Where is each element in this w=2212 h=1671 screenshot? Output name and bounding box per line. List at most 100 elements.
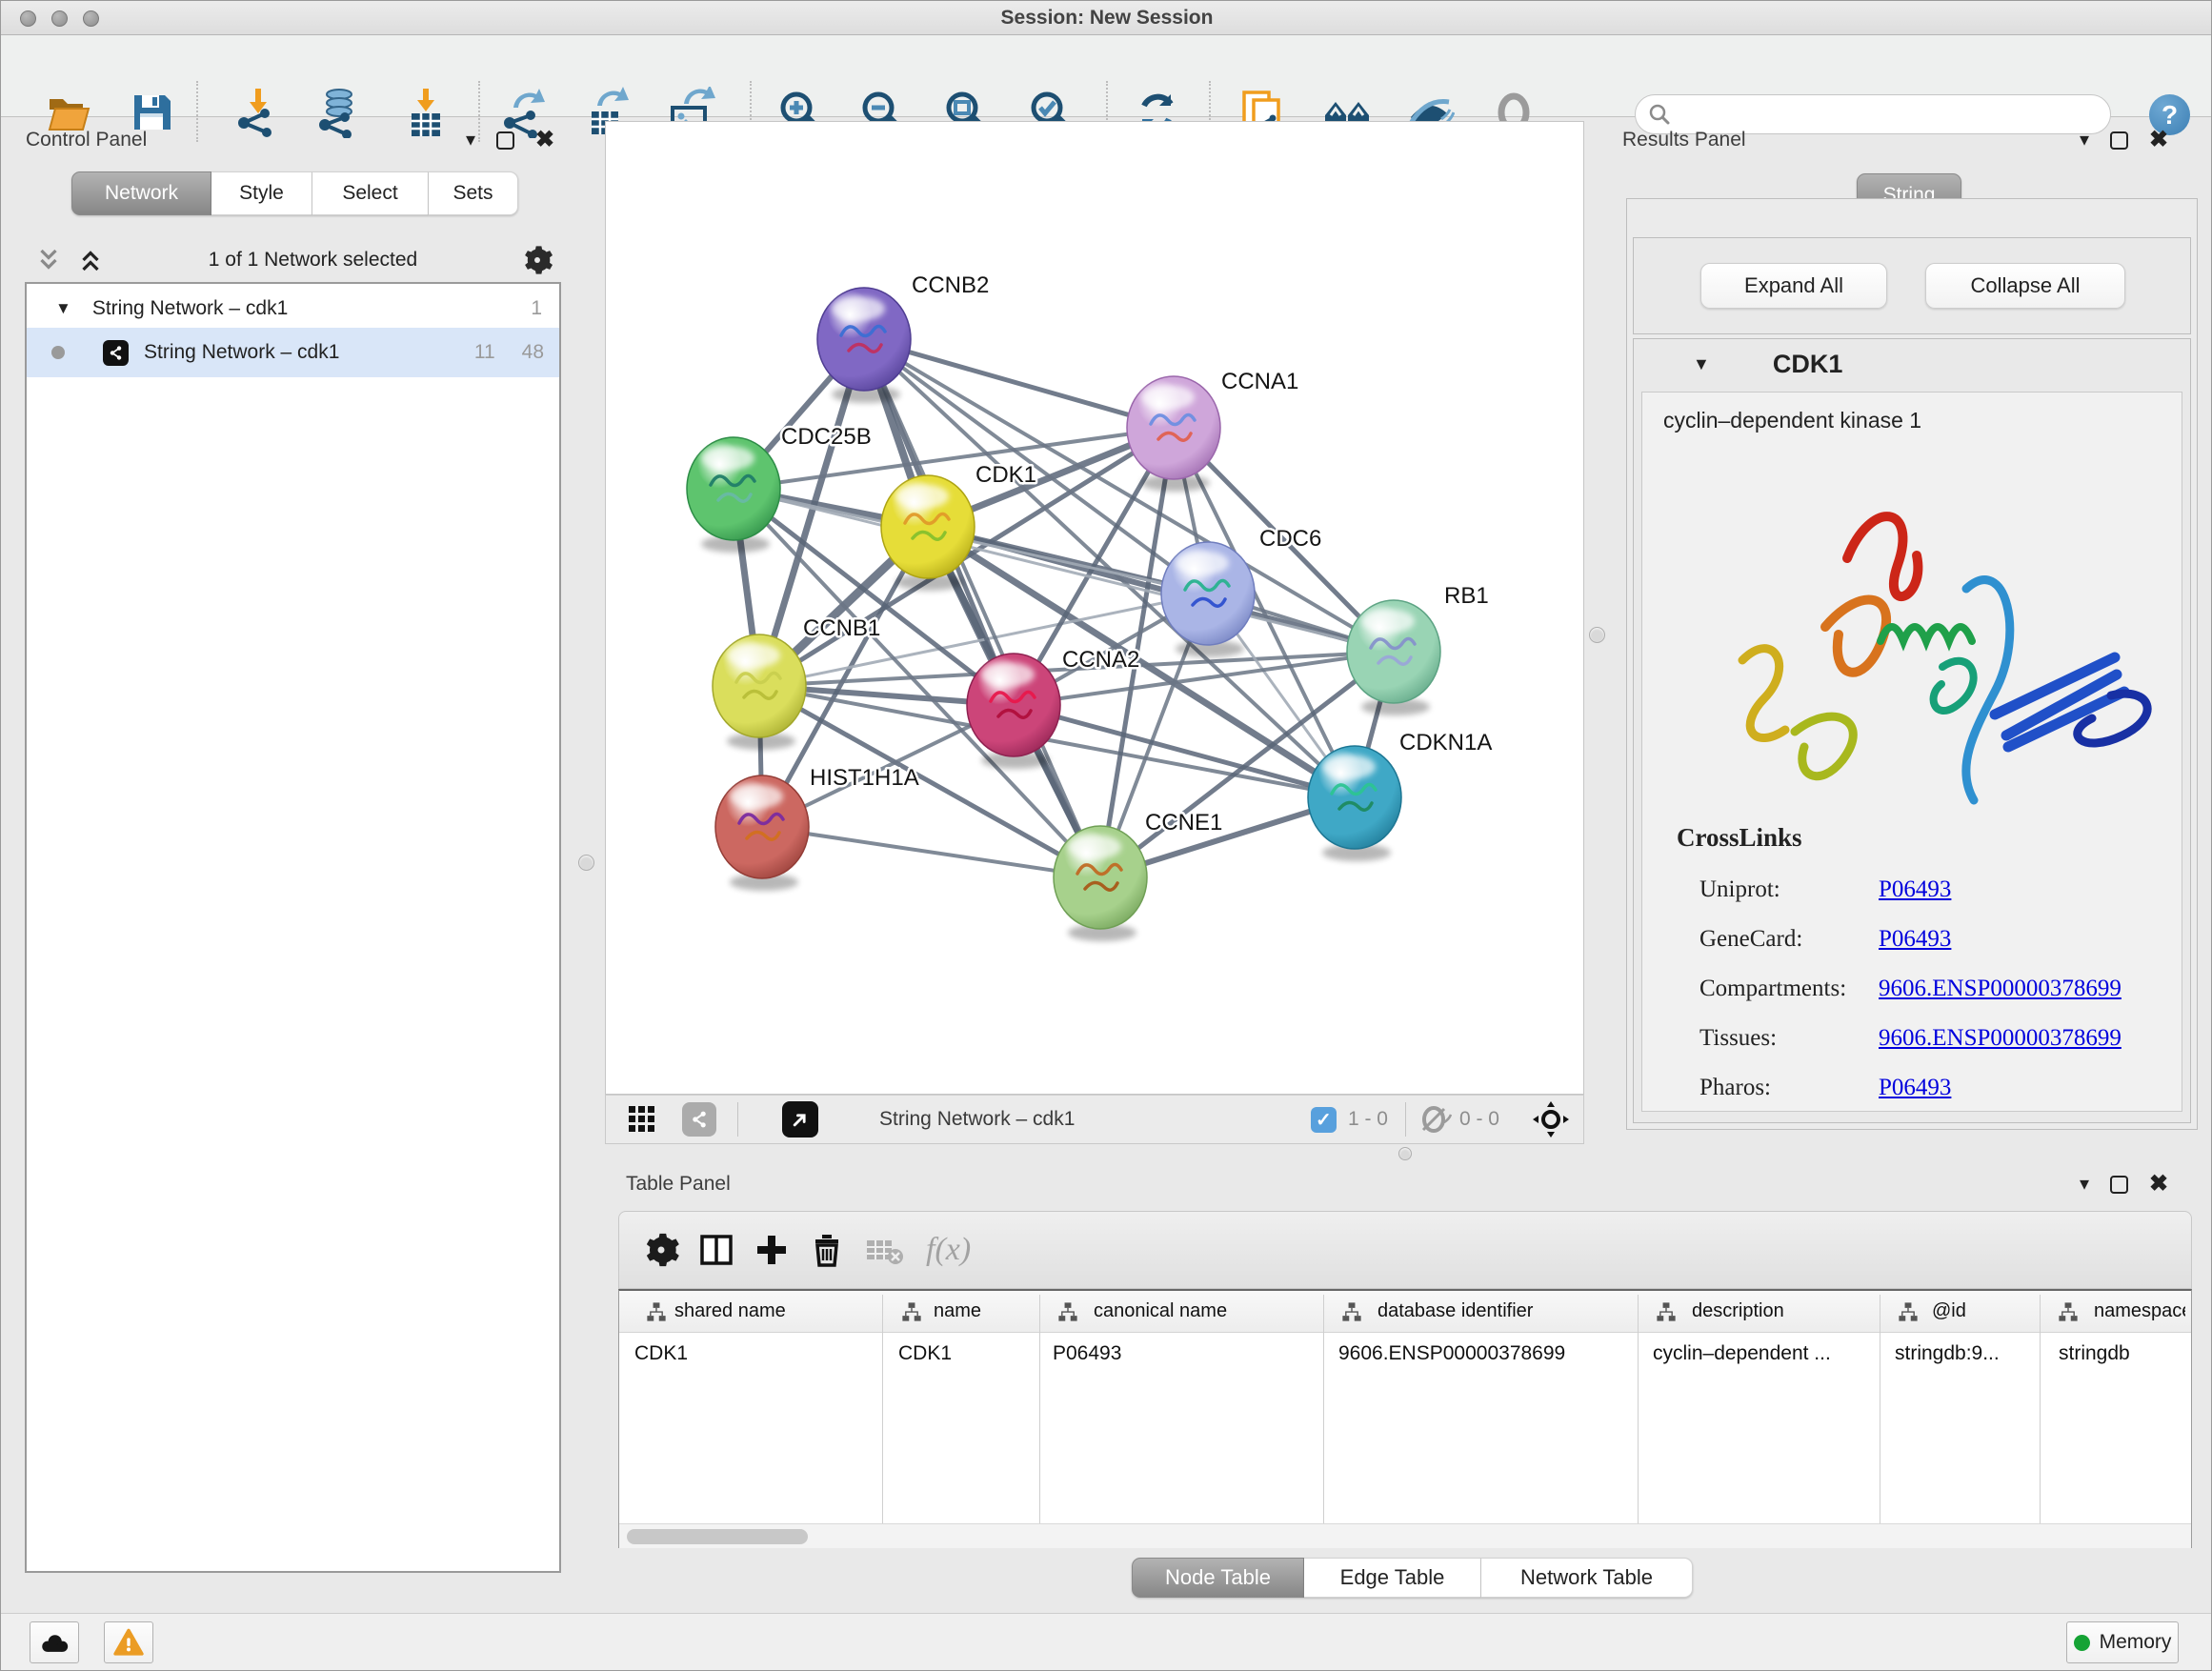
table-cell[interactable]: CDK1	[898, 1342, 952, 1365]
network-edge-CCNB2-CCNE1[interactable]	[864, 339, 1100, 877]
table-cell[interactable]: CDK1	[634, 1342, 688, 1365]
memory-button[interactable]: Memory	[2066, 1621, 2179, 1663]
tab-style[interactable]: Style	[211, 171, 312, 215]
network-node-label: CCNA1	[1221, 369, 1298, 394]
collapse-all-button[interactable]: Collapse All	[1925, 263, 2125, 309]
memory-label: Memory	[2100, 1631, 2172, 1654]
table-panel-title: Table Panel	[626, 1173, 731, 1196]
show-columns-icon[interactable]	[697, 1231, 735, 1269]
network-node-CDKN1A[interactable]	[1308, 746, 1401, 861]
control-panel-menu-icon[interactable]: ▾	[466, 131, 475, 150]
close-window-button[interactable]	[20, 10, 36, 27]
delete-column-trash-icon[interactable]	[808, 1231, 846, 1269]
fit-selected-crosshair-icon[interactable]	[1532, 1100, 1570, 1138]
network-row-selected[interactable]: String Network – cdk1 11 48	[27, 328, 559, 377]
network-options-gear-icon[interactable]	[521, 244, 553, 276]
crosslinks-title: CrossLinks	[1677, 823, 1802, 853]
table-panel-float-icon[interactable]	[2110, 1176, 2128, 1194]
results-panel-close-icon[interactable]: ✖	[2149, 129, 2168, 151]
table-panel-menu-icon[interactable]: ▾	[2080, 1175, 2089, 1194]
network-node-CCNE1[interactable]	[1054, 826, 1147, 941]
network-node-count: 11	[474, 341, 495, 364]
collapse-all-chevron-icon[interactable]	[34, 246, 63, 274]
crosslink-compartments-link[interactable]: 9606.ENSP00000378699	[1879, 976, 2122, 1002]
crosslink-label: GeneCard:	[1699, 926, 1879, 953]
tab-edge-table[interactable]: Edge Table	[1304, 1558, 1481, 1598]
protein-structure-image	[1652, 446, 2174, 827]
title-bar: Session: New Session	[1, 1, 2212, 35]
function-builder-icon[interactable]: f(x)	[926, 1232, 971, 1268]
control-panel-close-icon[interactable]: ✖	[535, 129, 554, 151]
table-options-gear-icon[interactable]	[642, 1231, 680, 1269]
column-header[interactable]: @id	[1932, 1300, 1966, 1322]
table-cell[interactable]: P06493	[1053, 1342, 1121, 1365]
crosslink-uniprot-link[interactable]: P06493	[1879, 876, 1951, 903]
column-type-icon	[2058, 1301, 2079, 1322]
crosslink-label: Uniprot:	[1699, 876, 1879, 903]
crosslink-pharos-link[interactable]: P06493	[1879, 1075, 1951, 1101]
grid-view-icon[interactable]	[627, 1104, 657, 1135]
create-column-plus-icon[interactable]	[753, 1231, 791, 1269]
birdseye-share-icon[interactable]	[682, 1102, 716, 1137]
network-graph[interactable]: CCNB2CCNA1CDC25BCDK1CDC6RB1CCNB1CCNA2CDK…	[606, 122, 1583, 1094]
network-node-label: CDC25B	[781, 424, 872, 450]
column-type-icon	[1656, 1301, 1677, 1322]
tree-expand-caret-icon[interactable]: ▼	[55, 299, 71, 318]
network-node-CCNA1[interactable]	[1127, 376, 1220, 492]
cloud-status-button[interactable]	[30, 1621, 79, 1663]
table-cell[interactable]: 9606.ENSP00000378699	[1338, 1342, 1565, 1365]
column-type-icon	[646, 1301, 667, 1322]
window-title: Session: New Session	[1001, 7, 1214, 30]
network-node-RB1[interactable]	[1347, 600, 1440, 715]
column-header[interactable]: namespace	[2094, 1300, 2185, 1322]
control-panel: Control Panel ▾ ✖ Network Style Select S…	[10, 121, 567, 1590]
expand-all-chevron-icon[interactable]	[76, 246, 105, 274]
right-splitter-handle[interactable]	[1589, 627, 1605, 643]
crosslink-tissues-link[interactable]: 9606.ENSP00000378699	[1879, 1025, 2122, 1052]
open-in-new-window-icon[interactable]	[782, 1101, 818, 1137]
network-node-CCNB2[interactable]	[817, 288, 911, 403]
results-panel-menu-icon[interactable]: ▾	[2080, 131, 2089, 150]
delete-table-icon[interactable]	[863, 1231, 905, 1269]
table-cell[interactable]: stringdb:9...	[1895, 1342, 2000, 1365]
column-header[interactable]: description	[1692, 1300, 1784, 1322]
status-bar: Memory	[1, 1613, 2212, 1671]
table-cell[interactable]: cyclin–dependent ...	[1653, 1342, 1831, 1365]
column-header[interactable]: shared name	[674, 1300, 786, 1322]
network-collection-row[interactable]: ▼ String Network – cdk1 1	[27, 284, 559, 328]
left-splitter-handle[interactable]	[578, 855, 594, 871]
results-panel-float-icon[interactable]	[2110, 131, 2128, 150]
selected-checkbox-icon[interactable]: ✓	[1311, 1107, 1337, 1133]
network-node-CDC25B[interactable]	[687, 437, 780, 553]
table-panel: Table Panel ▾ ✖ f(x) shared name	[605, 1156, 2203, 1603]
tab-network-table[interactable]: Network Table	[1481, 1558, 1693, 1598]
section-title: CDK1	[1773, 350, 1843, 379]
tab-sets[interactable]: Sets	[429, 171, 518, 215]
section-collapse-caret-icon[interactable]: ▼	[1693, 354, 1710, 374]
warnings-button[interactable]	[104, 1621, 153, 1663]
network-canvas[interactable]: CCNB2CCNA1CDC25BCDK1CDC6RB1CCNB1CCNA2CDK…	[605, 121, 1584, 1095]
table-horizontal-scrollbar[interactable]	[619, 1523, 2191, 1548]
network-node-CCNB1[interactable]	[713, 634, 806, 750]
scrollbar-thumb[interactable]	[627, 1529, 808, 1544]
network-node-label: CCNA2	[1062, 647, 1139, 673]
network-edge-CCNE1-HIST1H1A[interactable]	[762, 827, 1100, 877]
network-collection-label: String Network – cdk1	[92, 297, 288, 320]
selected-counts: 1 - 0	[1348, 1108, 1388, 1131]
zoom-window-button[interactable]	[83, 10, 99, 27]
minimize-window-button[interactable]	[51, 10, 68, 27]
tab-node-table[interactable]: Node Table	[1132, 1558, 1304, 1598]
column-header[interactable]: name	[934, 1300, 981, 1322]
control-panel-float-icon[interactable]	[496, 131, 514, 150]
tab-select[interactable]: Select	[312, 171, 429, 215]
network-node-label: CDKN1A	[1399, 730, 1492, 755]
expand-all-button[interactable]: Expand All	[1700, 263, 1887, 309]
column-header[interactable]: canonical name	[1094, 1300, 1227, 1322]
node-table: shared name name canonical name database…	[618, 1289, 2192, 1548]
column-header[interactable]: database identifier	[1377, 1300, 1533, 1322]
crosslink-genecard-link[interactable]: P06493	[1879, 926, 1951, 953]
table-cell[interactable]: stringdb	[2059, 1342, 2130, 1365]
table-panel-close-icon[interactable]: ✖	[2149, 1173, 2168, 1196]
tab-network[interactable]: Network	[71, 171, 211, 215]
network-node-HIST1H1A[interactable]	[715, 775, 809, 891]
